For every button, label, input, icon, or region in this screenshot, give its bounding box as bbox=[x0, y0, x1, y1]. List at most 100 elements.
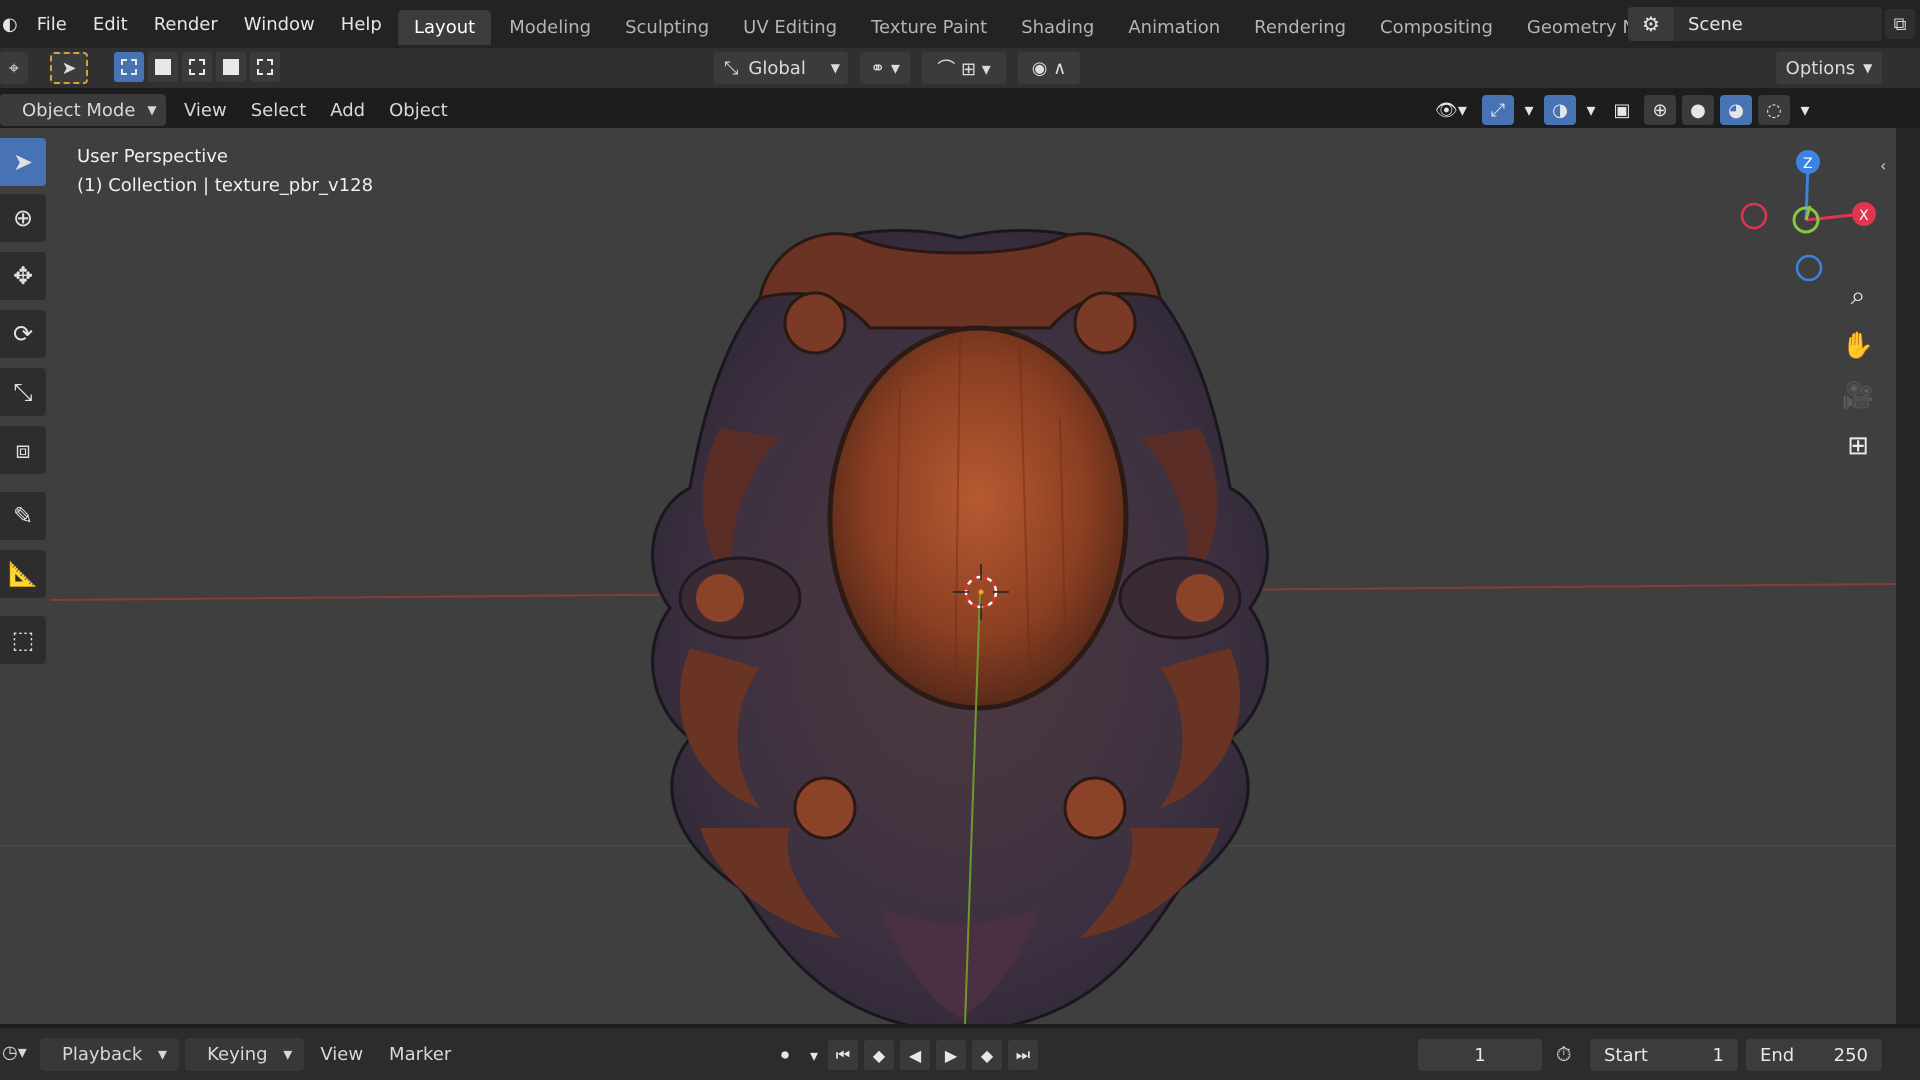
snap-icon[interactable]: ⌒ ⊞ ▾ bbox=[922, 52, 1006, 84]
transform-tool-icon[interactable]: ⧈ bbox=[0, 426, 46, 474]
tab-rendering[interactable]: Rendering bbox=[1238, 10, 1362, 45]
select-intersect-icon[interactable] bbox=[250, 52, 280, 82]
timeline-menus: Playback ▾ Keying ▾ View Marker bbox=[40, 1037, 461, 1071]
chevron-down-icon[interactable]: ▾ bbox=[1582, 95, 1600, 125]
jump-start-icon[interactable]: ⏮ bbox=[828, 1040, 858, 1070]
prev-keyframe-icon[interactable]: ◆ bbox=[864, 1040, 894, 1070]
annotate-tool-icon[interactable]: ✎ bbox=[0, 492, 46, 540]
add-cube-tool-icon[interactable]: ⬚ bbox=[0, 616, 46, 664]
scene-name: Scene bbox=[1688, 13, 1743, 35]
menu-add[interactable]: Add bbox=[318, 100, 377, 121]
editor-type-icon[interactable]: ⌖ bbox=[0, 52, 28, 84]
3d-viewport[interactable]: Z X User Perspective (1) Collection | te… bbox=[0, 128, 1896, 1024]
menu-help[interactable]: Help bbox=[328, 14, 395, 35]
orientation-label: Global bbox=[748, 57, 806, 79]
menu-edit[interactable]: Edit bbox=[80, 14, 141, 35]
camera-view-icon[interactable]: 🎥 bbox=[1838, 376, 1878, 416]
jump-end-icon[interactable]: ⏭ bbox=[1008, 1040, 1038, 1070]
sidebar-toggle-icon[interactable]: ‹ bbox=[1880, 156, 1886, 175]
solid-shading-icon[interactable]: ● bbox=[1682, 95, 1714, 125]
menu-keying[interactable]: Keying ▾ bbox=[185, 1037, 305, 1071]
select-box-tool-icon[interactable]: ➤ bbox=[0, 138, 46, 186]
rotate-tool-icon[interactable]: ⟳ bbox=[0, 310, 46, 358]
tab-texture-paint[interactable]: Texture Paint bbox=[855, 10, 1003, 45]
zoom-icon[interactable]: ⌕ bbox=[1838, 276, 1878, 316]
wireframe-shading-icon[interactable]: ⊕ bbox=[1644, 95, 1676, 125]
material-preview-shading-icon[interactable]: ◕ bbox=[1720, 95, 1752, 125]
pan-hand-icon[interactable]: ✋ bbox=[1838, 326, 1878, 366]
tab-modeling[interactable]: Modeling bbox=[493, 10, 607, 45]
chevron-down-icon[interactable]: ▾ bbox=[806, 1040, 822, 1070]
xray-toggle-icon[interactable]: ▣ bbox=[1606, 95, 1638, 125]
gizmo-neg-z-icon[interactable] bbox=[1795, 254, 1823, 282]
select-new-icon[interactable] bbox=[114, 52, 144, 82]
blender-logo-icon[interactable]: ◐ bbox=[0, 14, 24, 35]
menu-file[interactable]: File bbox=[24, 14, 80, 35]
menu-playback[interactable]: Playback ▾ bbox=[40, 1037, 180, 1071]
start-value: 1 bbox=[1712, 1044, 1724, 1066]
new-scene-icon[interactable]: ⧉ bbox=[1885, 9, 1915, 39]
viewport-menus: View Select Add Object bbox=[172, 94, 460, 126]
menu-view[interactable]: View bbox=[172, 100, 239, 121]
gizmo-z-label: Z bbox=[1803, 156, 1813, 172]
navigation-gizmo[interactable]: Z X bbox=[1740, 150, 1876, 282]
chevron-down-icon[interactable]: ▾ bbox=[1520, 95, 1538, 125]
chevron-down-icon: ▼ bbox=[1863, 61, 1873, 75]
select-invert-icon[interactable] bbox=[216, 52, 246, 82]
pivot-point-icon[interactable]: ⚭ ▾ bbox=[860, 52, 910, 84]
mode-label: Object Mode bbox=[22, 99, 136, 121]
menu-window[interactable]: Window bbox=[231, 14, 328, 35]
gizmo-neg-x-icon[interactable] bbox=[1740, 202, 1768, 230]
next-keyframe-icon[interactable]: ◆ bbox=[972, 1040, 1002, 1070]
scene-selector[interactable]: ⚙ Scene bbox=[1628, 7, 1882, 41]
menu-timeline-view[interactable]: View bbox=[310, 1044, 373, 1065]
tool-settings-header: ⌖ ➤ ⤡ Global ▼ ⚭ ▾ ⌒ ⊞ ▾ ◉ ∧ Options ▼ bbox=[0, 48, 1920, 88]
tab-sculpting[interactable]: Sculpting bbox=[609, 10, 725, 45]
menu-select[interactable]: Select bbox=[239, 100, 319, 121]
play-reverse-icon[interactable]: ◀ bbox=[900, 1040, 930, 1070]
select-tool-icon[interactable]: ➤ bbox=[50, 52, 88, 84]
chevron-down-icon[interactable]: ▾ bbox=[1796, 95, 1814, 125]
tab-uv-editing[interactable]: UV Editing bbox=[727, 10, 853, 45]
collection-info: (1) Collection | texture_pbr_v128 bbox=[77, 175, 374, 196]
end-frame-field[interactable]: End 250 bbox=[1746, 1039, 1882, 1071]
menu-object[interactable]: Object bbox=[377, 100, 460, 121]
menu-marker[interactable]: Marker bbox=[379, 1044, 461, 1065]
object-mode-dropdown[interactable]: Object Mode ▼ bbox=[0, 94, 166, 126]
tab-compositing[interactable]: Compositing bbox=[1364, 10, 1509, 45]
scale-tool-icon[interactable]: ⤡ bbox=[0, 368, 46, 416]
timeline-editor-icon[interactable]: ◷▾ bbox=[2, 1042, 27, 1063]
proportional-editing-icon[interactable]: ◉ ∧ bbox=[1018, 52, 1080, 84]
tab-layout[interactable]: Layout bbox=[398, 9, 492, 45]
select-subtract-icon[interactable] bbox=[182, 52, 212, 82]
gizmo-toggle-icon[interactable]: ⤢ bbox=[1482, 95, 1514, 125]
move-tool-icon[interactable]: ✥ bbox=[0, 252, 46, 300]
measure-tool-icon[interactable]: 📐 bbox=[0, 550, 46, 598]
end-label: End bbox=[1760, 1044, 1795, 1066]
rendered-shading-icon[interactable]: ◌ bbox=[1758, 95, 1790, 125]
transform-orientation-dropdown[interactable]: ⤡ Global ▼ bbox=[714, 52, 848, 84]
ortho-grid-icon[interactable]: ⊞ bbox=[1838, 426, 1878, 466]
play-icon[interactable]: ▶ bbox=[936, 1040, 966, 1070]
record-icon[interactable]: ⏺ bbox=[770, 1040, 800, 1070]
viewport-header: Object Mode ▼ View Select Add Object 👁▾ … bbox=[0, 92, 1900, 128]
menu-render[interactable]: Render bbox=[141, 14, 231, 35]
chevron-down-icon: ▼ bbox=[830, 61, 840, 75]
keying-label: Keying bbox=[207, 1043, 268, 1065]
tab-shading[interactable]: Shading bbox=[1005, 10, 1110, 45]
overlay-toggle-icon[interactable]: ◑ bbox=[1544, 95, 1576, 125]
tab-animation[interactable]: Animation bbox=[1112, 10, 1236, 45]
stopwatch-icon[interactable]: ⏱ bbox=[1556, 1042, 1572, 1066]
select-extend-icon[interactable] bbox=[148, 52, 178, 82]
scene-icon[interactable]: ⚙ bbox=[1628, 7, 1674, 41]
options-label: Options bbox=[1785, 57, 1856, 79]
start-label: Start bbox=[1604, 1044, 1648, 1066]
current-frame-field[interactable]: 1 bbox=[1418, 1039, 1542, 1071]
view-name: User Perspective bbox=[77, 146, 228, 167]
cursor-tool-icon[interactable]: ⊕ bbox=[0, 194, 46, 242]
top-bar: ◐ File Edit Render Window Help Layout Mo… bbox=[0, 0, 1920, 48]
options-dropdown[interactable]: Options ▼ bbox=[1776, 52, 1882, 84]
start-frame-field[interactable]: Start 1 bbox=[1590, 1039, 1738, 1071]
end-value: 250 bbox=[1833, 1044, 1868, 1066]
visibility-eye-icon[interactable]: 👁▾ bbox=[1426, 95, 1476, 125]
